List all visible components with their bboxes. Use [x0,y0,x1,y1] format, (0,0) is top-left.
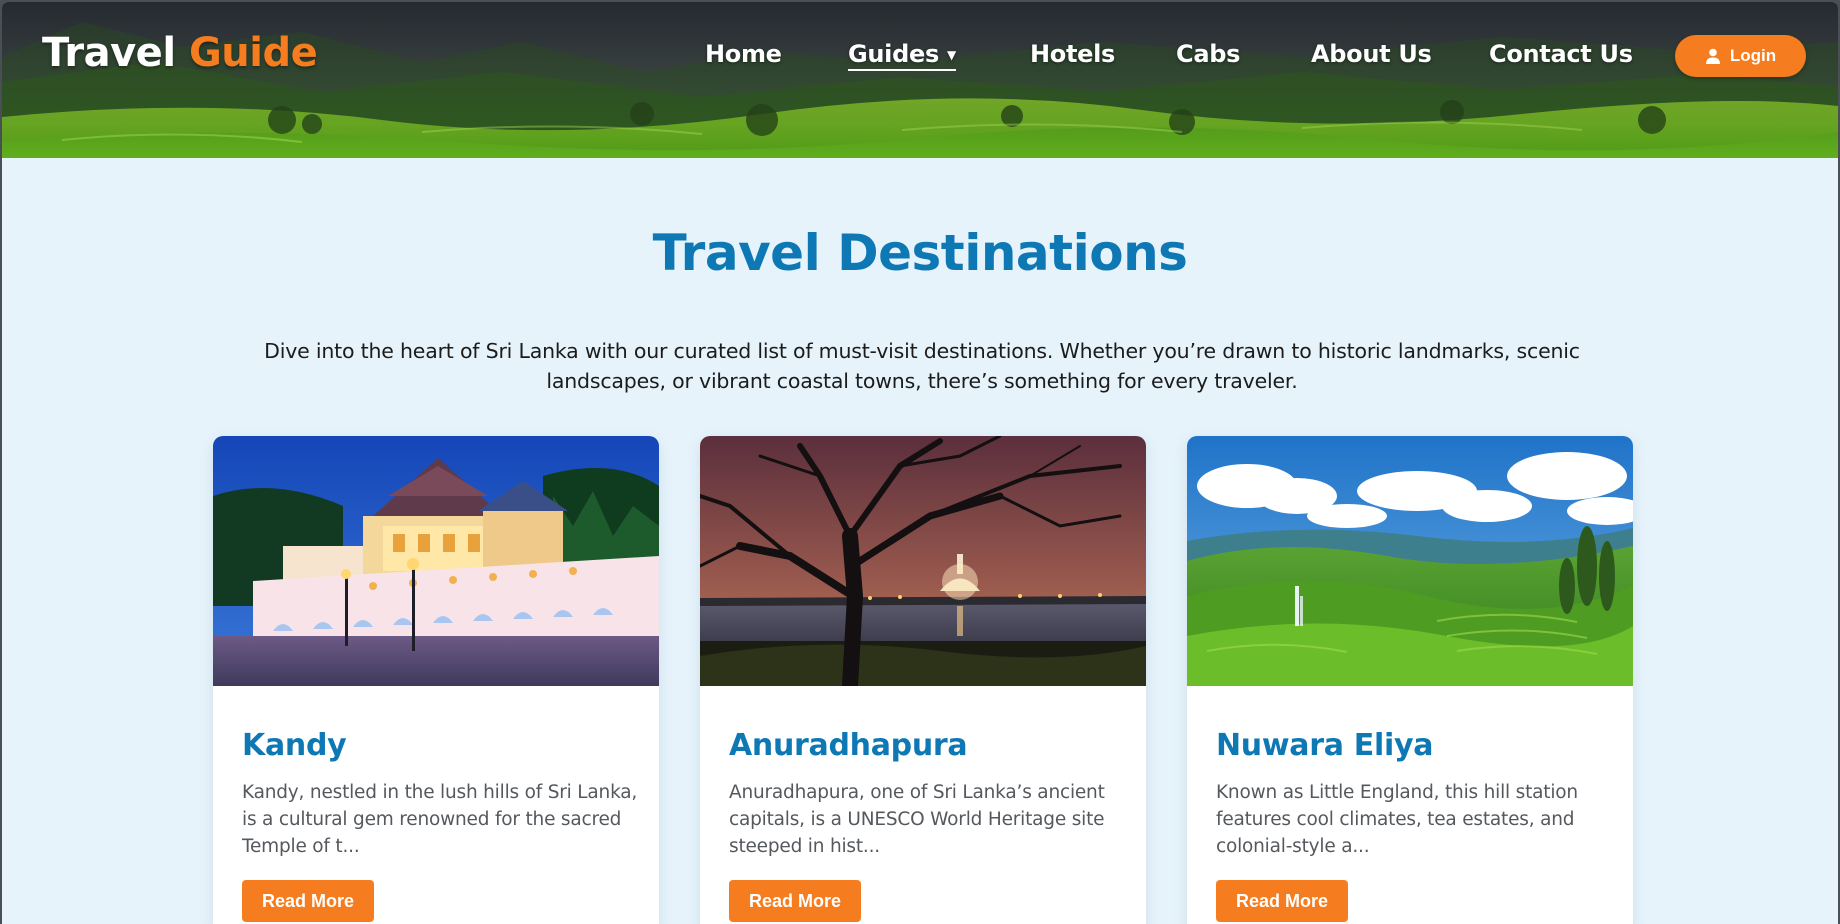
destination-card-nuwara-eliya: Nuwara Eliya Known as Little England, th… [1187,436,1633,924]
read-more-button[interactable]: Read More [1216,880,1348,922]
user-icon [1705,48,1720,64]
kandy-temple-image [213,436,659,686]
card-description: Kandy, nestled in the lush hills of Sri … [242,782,638,857]
destination-card-anuradhapura: Anuradhapura Anuradhapura, one of Sri La… [700,436,1146,924]
card-description: Known as Little England, this hill stati… [1216,782,1578,857]
nuwara-eliya-hills-image [1187,436,1633,686]
nav-cabs[interactable]: Cabs [1176,40,1240,68]
nav-contact-us[interactable]: Contact Us [1489,40,1633,68]
nav-hotels[interactable]: Hotels [1030,40,1115,68]
caret-down-icon: ▼ [946,48,956,62]
site-header: Travel Guide Home Guides ▼ Hotels Cabs Ab… [2,2,1838,158]
destination-card-kandy: Kandy Kandy, nestled in the lush hills o… [213,436,659,924]
intro-text: Dive into the heart of Sri Lanka with ou… [264,339,1580,393]
read-more-button[interactable]: Read More [242,880,374,922]
card-title: Anuradhapura [729,728,968,763]
nav-guides-label: Guides [848,40,939,68]
page-title: Travel Destinations [652,224,1188,282]
read-more-button[interactable]: Read More [729,880,861,922]
anuradhapura-stupa-image [700,436,1146,686]
browser-page: Travel Guide Home Guides ▼ Hotels Cabs Ab… [2,2,1838,924]
nav-home[interactable]: Home [705,40,782,68]
login-label: Login [1729,46,1777,65]
login-button[interactable]: Login [1675,35,1806,77]
card-description: Anuradhapura, one of Sri Lanka’s ancient… [729,782,1105,857]
header-landscape-image [2,2,1838,158]
card-title: Nuwara Eliya [1216,728,1434,763]
nav-about-us[interactable]: About Us [1311,40,1432,68]
main-nav: Home Guides ▼ Hotels Cabs About Us Contac… [2,40,1838,74]
nav-guides[interactable]: Guides ▼ [848,40,956,71]
card-title: Kandy [242,728,347,763]
